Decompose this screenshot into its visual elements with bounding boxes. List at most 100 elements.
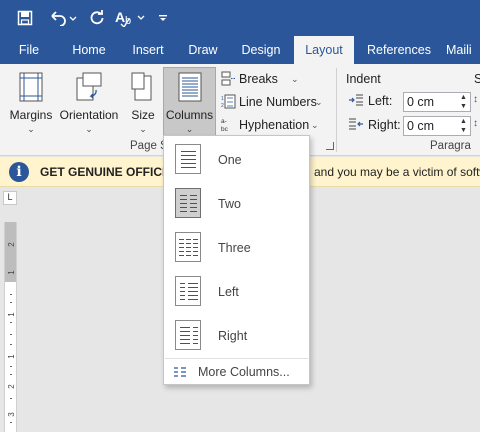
indent-right-value: 0 cm [407,119,435,133]
size-icon [131,72,155,105]
ruler-tick [10,334,12,335]
columns-option-label: Three [218,241,251,255]
ruler-number: 1 [7,354,16,359]
spin-up-icon[interactable]: ▲ [460,93,469,102]
ruler-number: 2 [7,242,16,247]
save-icon[interactable] [14,6,36,30]
size-button[interactable]: Size ⌄ [126,68,160,148]
columns-option-two[interactable]: Two [165,182,308,226]
columns-option-label: Two [218,197,241,211]
indent-title: Indent [346,72,381,86]
customize-icon[interactable] [156,6,170,30]
chevron-down-icon: ⌄ [291,74,299,84]
quick-access-toolbar: Ab [0,0,480,36]
indent-left-input[interactable]: 0 cm ▲ ▼ [403,92,471,112]
chevron-down-icon: ⌄ [311,120,319,130]
columns-option-label: Left [218,285,239,299]
tab-design[interactable]: Design [234,36,288,64]
spin-up-icon[interactable]: ▲ [460,117,469,126]
tab-layout[interactable]: Layout [294,36,354,64]
ruler-tick [10,294,12,295]
spelling-icon[interactable]: Ab [114,6,148,30]
tab-mailings[interactable]: Maili [446,36,480,64]
columns-menu: One Two Three Left Right More Columns... [163,135,310,385]
ruler-number: 1 [7,270,16,275]
spin-down-icon[interactable]: ▼ [460,102,469,111]
tab-file[interactable]: File [8,36,50,64]
ribbon-tabs: File Home Insert Draw Design Layout Refe… [0,36,480,64]
spin-down-icon[interactable]: ▼ [460,126,469,135]
tab-home[interactable]: Home [64,36,114,64]
svg-text:bc: bc [221,126,229,132]
chevron-down-icon: ⌄ [185,124,194,134]
chevron-down-icon: ⌄ [85,124,93,134]
orientation-button[interactable]: Orientation ⌄ [58,68,120,148]
margins-button[interactable]: Margins ⌄ [6,68,56,148]
size-label: Size [131,108,155,122]
more-columns-item[interactable]: More Columns... [165,360,308,384]
more-columns-icon [173,366,187,381]
tab-insert[interactable]: Insert [124,36,172,64]
dialog-launcher-icon[interactable] [326,142,334,150]
banner-title: GET GENUINE OFFICE [40,165,171,179]
margins-label: Margins [9,108,53,122]
indent-right-input[interactable]: 0 cm ▲ ▼ [403,116,471,136]
svg-text:A: A [115,9,125,25]
indent-left-value: 0 cm [407,95,435,109]
ruler-tick [10,302,12,303]
columns-icon [178,72,202,105]
chevron-down-icon: ⌄ [315,97,323,107]
group-divider [336,68,337,152]
one-column-icon [175,144,201,174]
ruler-tick [10,398,12,399]
svg-text:1: 1 [221,96,224,102]
three-columns-icon [175,232,201,262]
breaks-icon [221,71,236,92]
margins-icon [18,72,44,105]
two-columns-icon [175,188,201,218]
indent-left-icon [348,94,364,109]
more-columns-label: More Columns... [198,365,290,379]
hyphenation-label: Hyphenation [239,118,310,132]
tab-draw[interactable]: Draw [180,36,226,64]
banner-message: and you may be a victim of softw [314,165,480,179]
tab-references[interactable]: References [362,36,436,64]
tab-selector[interactable]: L [3,191,17,205]
columns-option-left[interactable]: Left [165,270,308,314]
columns-option-label: One [218,153,242,167]
ruler-tick [10,366,12,367]
left-column-icon [175,276,201,306]
columns-option-right[interactable]: Right [165,314,308,358]
line-numbers-label: Line Numbers [239,95,317,109]
info-icon: i [9,162,29,182]
spacing-before-icon: ↕ [473,94,478,105]
ruler-number: 1 [7,312,16,317]
menu-divider [165,358,308,359]
redo-icon[interactable] [88,6,106,30]
chevron-down-icon: ⌄ [27,124,35,134]
undo-icon[interactable] [48,6,78,30]
spacing-title: S [474,72,480,86]
indent-left-label: Left: [368,94,393,108]
ruler-tick [10,374,12,375]
svg-text:a-: a- [221,118,227,125]
svg-text:2: 2 [221,103,224,109]
indent-right-icon [348,118,364,133]
chevron-down-icon: ⌄ [139,124,147,134]
ruler-number: 2 [7,384,16,389]
columns-option-label: Right [218,329,248,343]
columns-button[interactable]: Columns ⌄ [163,67,216,139]
vertical-ruler: 2 1 1 1 2 3 [4,222,17,432]
line-numbers-icon: 12 [221,94,236,115]
right-column-icon [175,320,201,350]
ruler-number: 3 [7,412,16,417]
ruler-tick [10,344,12,345]
orientation-icon [74,72,104,105]
columns-option-three[interactable]: Three [165,226,308,270]
ruler-tick [10,422,12,423]
columns-option-one[interactable]: One [165,138,308,182]
orientation-label: Orientation [59,108,119,122]
breaks-label: Breaks [239,72,278,86]
columns-label: Columns [165,108,214,122]
spacing-after-icon: ↕ [473,118,478,129]
